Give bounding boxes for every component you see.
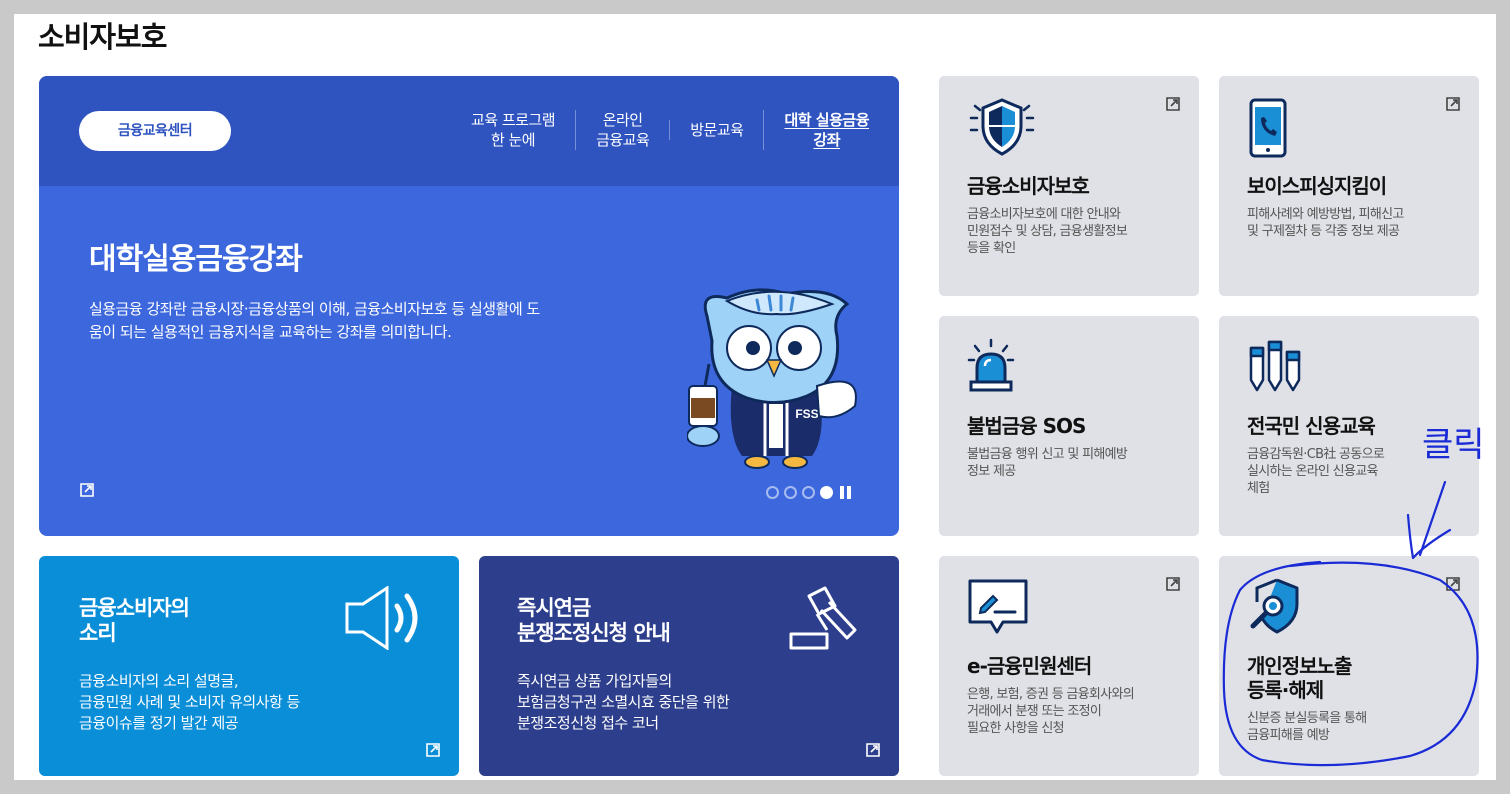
hero-description: 실용금융 강좌란 금융시장·금융상품의 이해, 금융소비자보호 등 실생활에 도…: [89, 300, 540, 341]
external-link-icon[interactable]: [1445, 576, 1461, 592]
tile-title: 개인정보노출 등록·해제: [1247, 654, 1352, 702]
card-pension-dispute[interactable]: 즉시연금 분쟁조정신청 안내 즉시연금 상품 가입자들의 보험금청구권 소멸시효…: [479, 556, 899, 776]
external-link-icon[interactable]: [1165, 96, 1181, 112]
tile-credit-education[interactable]: 전국민 신용교육 금융감독원·CB社 공동으로 실시하는 온라인 신용교육 체험: [1219, 316, 1479, 536]
siren-icon: [967, 338, 1015, 392]
owl-mascot-illustration: FSS: [687, 288, 857, 469]
card-description: 즉시연금 상품 가입자들의 보험금청구권 소멸시효 중단을 위한 분쟁조정신청 …: [517, 672, 730, 732]
tile-description: 은행, 보험, 증권 등 금융회사와의 거래에서 분쟁 또는 조정이 필요한 사…: [967, 687, 1135, 736]
card-description: 금융소비자의 소리 설명글, 금융민원 사례 및 소비자 유의사항 등 금융이슈…: [79, 672, 300, 732]
gavel-icon: [789, 586, 857, 650]
tile-voice-phishing[interactable]: 보이스피싱지킴이 피해사례와 예방방법, 피해신고 및 구제절차 등 각종 정보…: [1219, 76, 1479, 296]
external-link-icon[interactable]: [1165, 576, 1181, 592]
hero-tabs: 교육 프로그램 한 눈에 온라인 금융교육 방문교육 대학 실용금융 강좌: [451, 110, 889, 150]
tile-description: 금융소비자보호에 대한 안내와 민원접수 및 상담, 금융생활정보 등을 확인: [967, 207, 1128, 256]
external-link-icon[interactable]: [79, 482, 95, 498]
carousel-dot-active[interactable]: [820, 486, 833, 499]
tab-visiting-education[interactable]: 방문교육: [669, 120, 763, 140]
tile-personal-info-exposure[interactable]: 개인정보노출 등록·해제 신분증 분실등록을 통해 금융피해를 예방: [1219, 556, 1479, 776]
carousel-dot[interactable]: [802, 486, 815, 499]
education-center-button[interactable]: 금융교육센터: [79, 111, 231, 151]
page-container: 소비자보호 금융교육센터 교육 프로그램 한 눈에 온라인 금융교육 방문교육 …: [14, 14, 1496, 780]
hero-header: 금융교육센터 교육 프로그램 한 눈에 온라인 금융교육 방문교육 대학 실용금…: [39, 76, 899, 186]
tile-description: 불법금융 행위 신고 및 피해예방 정보 제공: [967, 447, 1128, 479]
card-consumer-voice[interactable]: 금융소비자의 소리 금융소비자의 소리 설명글, 금융민원 사례 및 소비자 유…: [39, 556, 459, 776]
tile-consumer-protection[interactable]: 금융소비자보호 금융소비자보호에 대한 안내와 민원접수 및 상담, 금융생활정…: [939, 76, 1199, 296]
carousel-indicator: [766, 486, 852, 499]
hero-heading: 대학실용금융강좌: [89, 242, 303, 277]
hero-banner[interactable]: 금융교육센터 교육 프로그램 한 눈에 온라인 금융교육 방문교육 대학 실용금…: [39, 76, 899, 536]
carousel-dot[interactable]: [766, 486, 779, 499]
tile-illegal-finance-sos[interactable]: 불법금융 SOS 불법금융 행위 신고 및 피해예방 정보 제공: [939, 316, 1199, 536]
carousel-dot[interactable]: [784, 486, 797, 499]
tile-title: 전국민 신용교육: [1247, 414, 1376, 438]
tile-title: e-금융민원센터: [967, 654, 1092, 678]
tile-title: 불법금융 SOS: [967, 414, 1086, 438]
tile-description: 신분증 분실등록을 통해 금융피해를 예방: [1247, 711, 1367, 743]
phone-icon: [1249, 98, 1287, 158]
page-title: 소비자보호: [38, 20, 167, 54]
chat-edit-icon: [968, 579, 1028, 634]
pause-icon[interactable]: [840, 486, 852, 499]
tab-education-programs[interactable]: 교육 프로그램 한 눈에: [451, 110, 575, 150]
external-link-icon[interactable]: [865, 742, 881, 758]
mascot-label: FSS: [795, 407, 818, 421]
shield-search-icon: [1250, 578, 1299, 634]
tile-title: 금융소비자보호: [967, 174, 1090, 198]
shield-icon: [969, 98, 1035, 156]
external-link-icon[interactable]: [1445, 96, 1461, 112]
tab-online-education[interactable]: 온라인 금융교육: [575, 110, 669, 150]
tile-e-complaint-center[interactable]: e-금융민원센터 은행, 보험, 증권 등 금융회사와의 거래에서 분쟁 또는 …: [939, 556, 1199, 776]
card-title: 금융소비자의 소리: [79, 596, 190, 645]
tab-university-course[interactable]: 대학 실용금융 강좌: [763, 110, 889, 150]
pencils-icon: [1249, 340, 1301, 392]
card-title: 즉시연금 분쟁조정신청 안내: [517, 596, 671, 645]
external-link-icon[interactable]: [425, 742, 441, 758]
speaker-icon: [345, 586, 418, 650]
tile-title: 보이스피싱지킴이: [1247, 174, 1387, 198]
tile-description: 피해사례와 예방방법, 피해신고 및 구제절차 등 각종 정보 제공: [1247, 207, 1404, 239]
tile-description: 금융감독원·CB社 공동으로 실시하는 온라인 신용교육 체험: [1247, 447, 1385, 496]
